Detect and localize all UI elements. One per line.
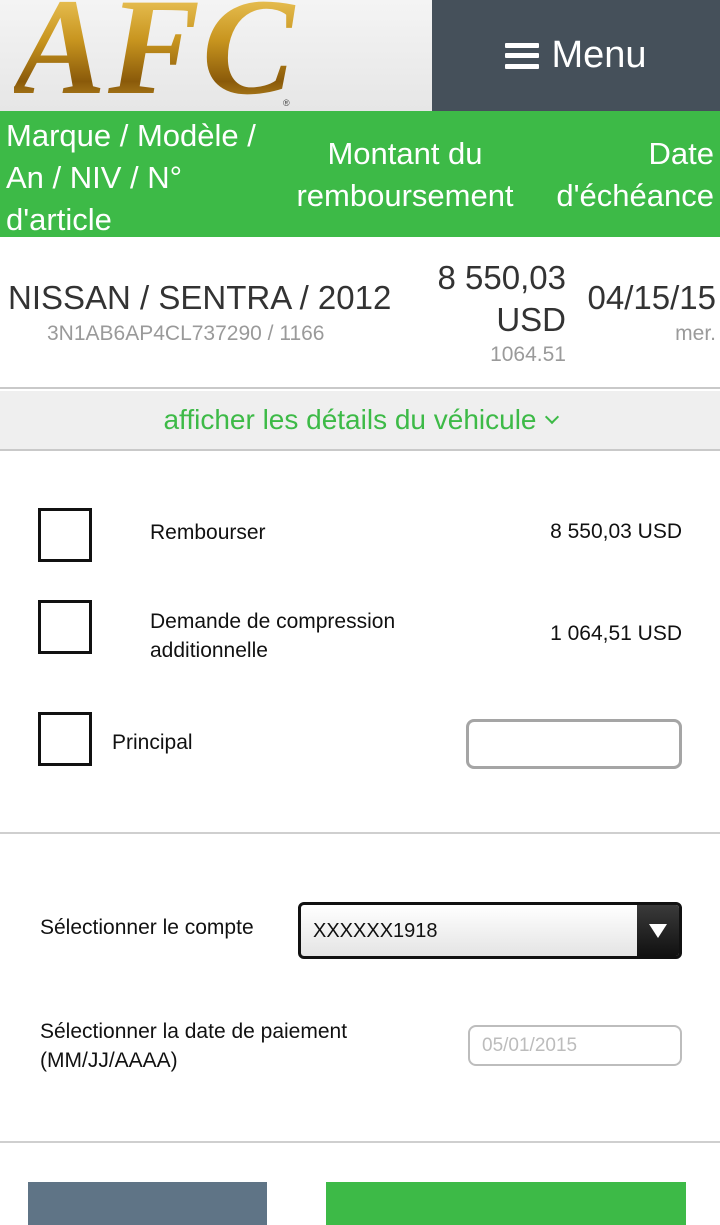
due-date: 04/15/15 (587, 279, 716, 316)
registered-mark: ® (283, 98, 290, 108)
due-day: mer. (675, 322, 716, 345)
header-vehicle: Marque / Modèle / An / NIV / N° d'articl… (6, 118, 256, 237)
account-select[interactable]: XXXXXX1918 (298, 902, 682, 959)
table-header: Marque / Modèle / An / NIV / N° d'articl… (0, 111, 720, 237)
payment-date-label: Sélectionner la date de paiement (MM/JJ/… (40, 1020, 348, 1072)
menu-label: Menu (551, 34, 647, 76)
divider (0, 832, 720, 834)
vehicle-title: NISSAN / SENTRA / 2012 (8, 279, 392, 316)
account-label: Sélectionner le compte (40, 916, 254, 939)
principal-checkbox[interactable] (38, 712, 92, 766)
primary-button[interactable] (326, 1182, 686, 1225)
dropdown-arrow-icon[interactable] (637, 905, 679, 956)
chevron-down-icon (544, 409, 559, 425)
menu-button[interactable]: Menu (432, 0, 720, 111)
rembourser-value: 8 550,03 USD (550, 520, 682, 543)
afc-logo: AFC (14, 0, 296, 111)
top-bar: AFC ® Menu (0, 0, 720, 111)
header-amount: Montant du remboursement (296, 136, 514, 213)
payoff-amount-sub: 1064.51 (490, 343, 566, 366)
compression-checkbox[interactable] (38, 600, 92, 654)
vehicle-vin-item: 3N1AB6AP4CL737290 / 1166 (47, 322, 325, 345)
payoff-amount: 8 550,03 USD (437, 259, 566, 338)
account-selected-value: XXXXXX1918 (313, 920, 438, 942)
logo-area[interactable]: AFC ® (0, 0, 432, 111)
compression-value: 1 064,51 USD (550, 622, 682, 645)
hamburger-icon (505, 42, 540, 69)
rembourser-label: Rembourser (150, 521, 266, 544)
secondary-button[interactable] (28, 1182, 267, 1225)
show-vehicle-details-link[interactable]: afficher les détails du véhicule (0, 391, 720, 451)
header-due-date: Date d'échéance (556, 136, 714, 213)
vehicle-row: NISSAN / SENTRA / 2012 3N1AB6AP4CL737290… (0, 237, 720, 389)
compression-label: Demande de compression additionnelle (150, 610, 396, 662)
details-link-label: afficher les détails du véhicule (163, 404, 537, 435)
payment-date-input[interactable] (470, 1027, 680, 1064)
principal-label: Principal (112, 731, 193, 754)
rembourser-checkbox[interactable] (38, 508, 92, 562)
payment-date-field[interactable] (468, 1025, 682, 1066)
principal-input[interactable] (466, 719, 682, 769)
divider (0, 1141, 720, 1143)
